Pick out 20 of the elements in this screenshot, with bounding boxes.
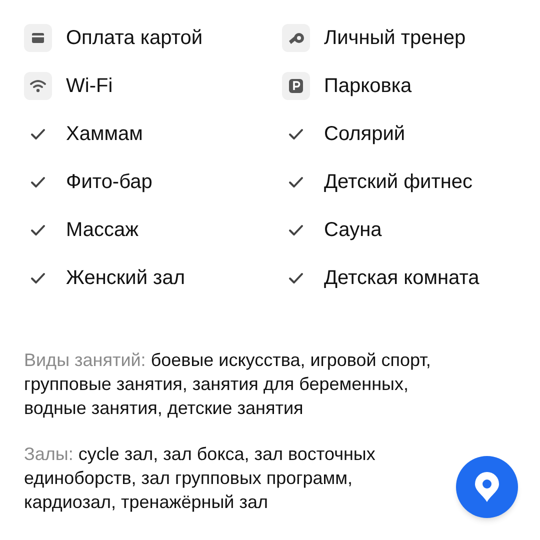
feature-label: Детская комната <box>324 266 480 291</box>
details-paragraph: Залы: cycle зал, зал бокса, зал восточных единоборств, зал групповых программ, кардиозал, тренажёрный зал <box>24 443 376 514</box>
feature-label: Детский фитнес <box>324 170 473 195</box>
parking-icon <box>282 72 310 100</box>
feature-label: Личный тренер <box>324 26 466 51</box>
whistle-icon <box>282 24 310 52</box>
feature-label: Солярий <box>324 122 406 147</box>
card-icon <box>24 24 52 52</box>
feature-label: Парковка <box>324 74 412 99</box>
feature-label: Хаммам <box>66 122 143 147</box>
map-pin-button[interactable] <box>456 456 518 518</box>
feature-label: Wi-Fi <box>66 74 113 99</box>
feature-label: Фито-бар <box>66 170 152 195</box>
feature-label: Массаж <box>66 218 139 243</box>
wifi-icon <box>24 72 52 100</box>
details-paragraph: Виды занятий: боевые искусства, игровой спорт, групповые занятия, занятия для беременных, водные занятия, детские занятия <box>24 349 432 420</box>
feature-label: Женский зал <box>66 266 186 291</box>
feature-label: Оплата картой <box>66 26 203 51</box>
feature-label: Сауна <box>324 218 382 243</box>
map-pin-icon <box>474 471 500 503</box>
